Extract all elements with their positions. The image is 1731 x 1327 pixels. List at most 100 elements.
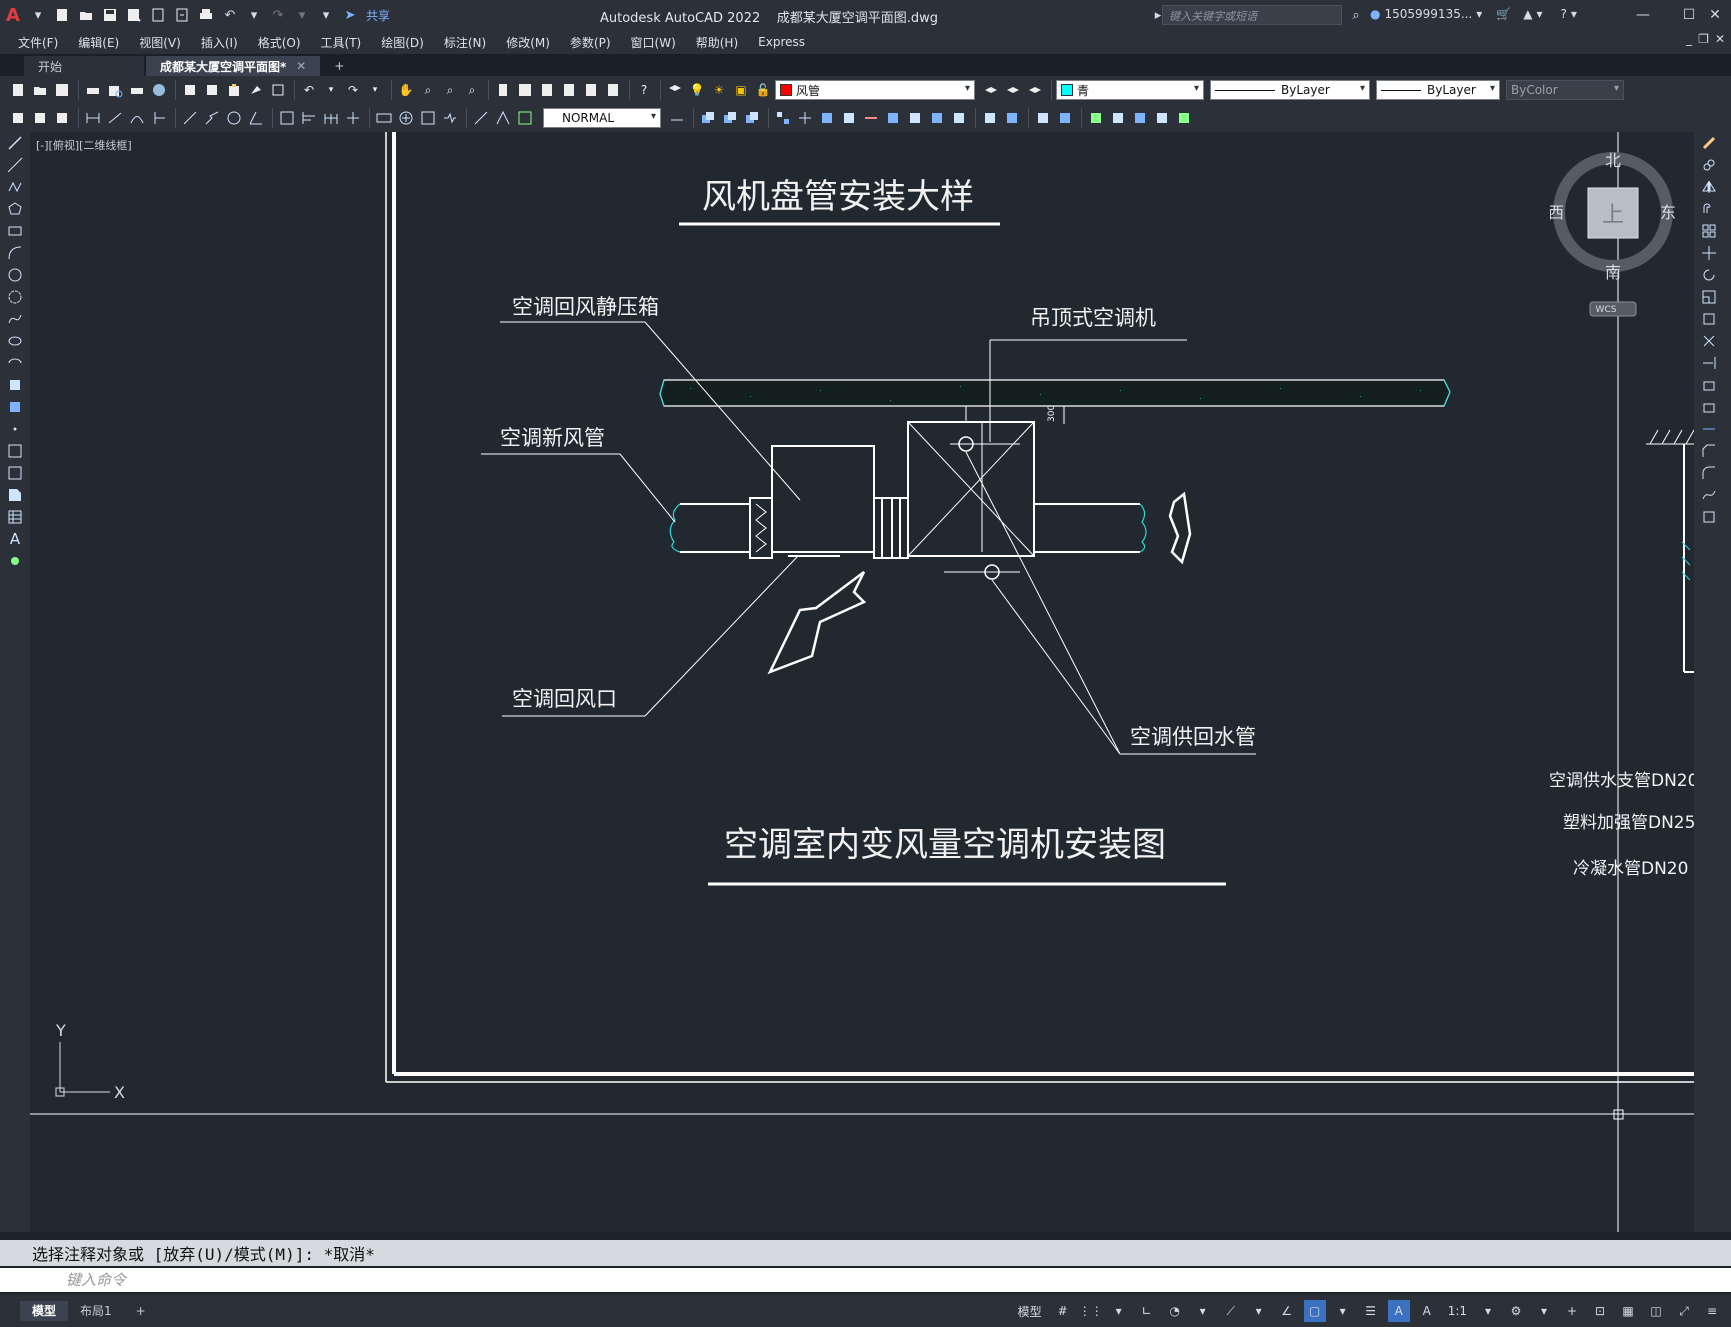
autocad-logo-icon[interactable]: A xyxy=(0,0,26,30)
doc-close-icon[interactable]: ✕ xyxy=(1715,32,1725,46)
clean-screen-icon[interactable]: ⤢ xyxy=(1673,1300,1695,1322)
baseline-dimension-icon[interactable] xyxy=(299,108,319,128)
rotate-icon[interactable] xyxy=(1694,264,1724,286)
dimension-style-icon[interactable] xyxy=(667,108,687,128)
arc-length-icon[interactable] xyxy=(127,108,147,128)
menu-express[interactable]: Express xyxy=(748,35,815,49)
blend-curves-icon[interactable] xyxy=(1694,484,1724,506)
offset-icon[interactable] xyxy=(742,108,762,128)
search-icon[interactable]: ⌕ xyxy=(1346,5,1366,25)
grid-icon[interactable]: # xyxy=(1052,1300,1074,1322)
ordinate-dimension-icon[interactable] xyxy=(149,108,169,128)
angular-dimension-icon[interactable] xyxy=(246,108,266,128)
copy-icon[interactable] xyxy=(1694,154,1724,176)
redo-icon[interactable]: ↷ xyxy=(268,5,288,25)
autodesk-a360-icon[interactable]: ▲ xyxy=(1523,7,1532,21)
scale-icon[interactable] xyxy=(1694,286,1724,308)
compass-north[interactable]: 北 xyxy=(1605,151,1621,170)
quick-dimension-icon[interactable] xyxy=(277,108,297,128)
help-icon[interactable]: ? xyxy=(1561,7,1567,21)
lineweight-display-icon[interactable]: ☰ xyxy=(1360,1300,1382,1322)
command-input[interactable] xyxy=(66,1271,1566,1289)
polyline-icon[interactable] xyxy=(0,176,30,198)
plot-icon[interactable] xyxy=(196,5,216,25)
menu-view[interactable]: 视图(V) xyxy=(129,34,191,51)
zoom-previous-icon[interactable]: ⌕ xyxy=(462,80,482,100)
layer-unlock-icon[interactable]: 🔓 xyxy=(753,80,773,100)
hatch-icon[interactable] xyxy=(0,440,30,462)
spline-icon[interactable] xyxy=(0,308,30,330)
doc-restore-icon[interactable]: ❐ xyxy=(1698,32,1709,46)
break-icon[interactable] xyxy=(1694,396,1724,418)
redo-list-icon[interactable]: ▾ xyxy=(365,80,385,100)
array-icon[interactable] xyxy=(773,108,793,128)
arc-icon[interactable] xyxy=(0,242,30,264)
tab-close-icon[interactable]: ✕ xyxy=(296,59,306,73)
trim-icon[interactable] xyxy=(1694,330,1724,352)
table-icon[interactable] xyxy=(0,506,30,528)
circle-icon[interactable] xyxy=(0,264,30,286)
menu-tools[interactable]: 工具(T) xyxy=(311,34,372,51)
calculator-icon[interactable] xyxy=(603,80,623,100)
drawing-svg[interactable]: 风机盘管安装大样 300 空调回风静压箱 吊顶式空调机 空调新风管 空调回风口 … xyxy=(30,132,1694,1232)
find-replace-icon[interactable] xyxy=(52,108,72,128)
isodraft-icon[interactable]: ⟋ xyxy=(1220,1300,1242,1322)
ortho-icon[interactable]: ∟ xyxy=(1136,1300,1158,1322)
object-snap-icon[interactable]: ▢ xyxy=(1303,1300,1326,1322)
fillet-icon[interactable] xyxy=(1002,108,1022,128)
layer-previous-icon[interactable] xyxy=(1003,80,1023,100)
mirror-icon[interactable] xyxy=(1694,176,1724,198)
customization-menu-icon[interactable]: ≡ xyxy=(1701,1300,1723,1322)
block-editor-icon[interactable] xyxy=(268,80,288,100)
plotstyle-dropdown[interactable]: ByColor ▾ xyxy=(1506,80,1624,100)
workspace-gear-icon[interactable]: ⚙ xyxy=(1505,1300,1527,1322)
viewport-controls[interactable]: [-][俯视][二维线框] xyxy=(36,137,132,153)
menu-help[interactable]: 帮助(H) xyxy=(686,34,748,51)
dimension-text-edit-icon[interactable] xyxy=(493,108,513,128)
new-file-icon[interactable] xyxy=(52,5,72,25)
insert-block-icon[interactable] xyxy=(1086,108,1106,128)
diameter-dimension-icon[interactable] xyxy=(224,108,244,128)
open-file-icon[interactable] xyxy=(76,5,96,25)
array-icon[interactable] xyxy=(1694,220,1724,242)
user-name[interactable]: 1505999135... xyxy=(1384,7,1472,21)
new-tab-icon[interactable]: + xyxy=(322,56,356,76)
publish-icon[interactable] xyxy=(127,80,147,100)
polar-tracking-icon[interactable]: ◔ xyxy=(1164,1300,1186,1322)
tab-model[interactable]: 模型 xyxy=(20,1300,69,1321)
stretch-icon[interactable] xyxy=(1694,308,1724,330)
make-block-icon[interactable] xyxy=(1108,108,1128,128)
zoom-window-icon[interactable]: ⌕ xyxy=(440,80,460,100)
extend-icon[interactable] xyxy=(905,108,925,128)
region-icon[interactable] xyxy=(0,484,30,506)
center-mark-icon[interactable] xyxy=(396,108,416,128)
redo-icon[interactable]: ↷ xyxy=(343,80,363,100)
stretch-icon[interactable] xyxy=(861,108,881,128)
extend-icon[interactable] xyxy=(1694,352,1724,374)
compass-east[interactable]: 东 xyxy=(1660,203,1676,222)
minimize-icon[interactable]: — xyxy=(1630,4,1656,26)
add-layout-icon[interactable]: + xyxy=(124,1301,158,1321)
copy-icon[interactable] xyxy=(202,80,222,100)
menu-modify[interactable]: 修改(M) xyxy=(496,34,560,51)
lineweight-dropdown[interactable]: ByLayer ▾ xyxy=(1376,80,1500,100)
menu-insert[interactable]: 插入(I) xyxy=(191,34,248,51)
dimension-edit-icon[interactable] xyxy=(471,108,491,128)
layer-states-icon[interactable] xyxy=(1025,80,1045,100)
save-icon[interactable] xyxy=(100,5,120,25)
save-as-icon[interactable] xyxy=(124,5,144,25)
text-edit-icon[interactable] xyxy=(8,108,28,128)
region-icon[interactable] xyxy=(1152,108,1172,128)
sheet-set-icon[interactable] xyxy=(559,80,579,100)
move-icon[interactable] xyxy=(1694,242,1724,264)
menu-edit[interactable]: 编辑(E) xyxy=(68,34,129,51)
close-icon[interactable]: ✕ xyxy=(1702,4,1728,26)
explode-icon[interactable] xyxy=(1694,506,1724,528)
dimension-style-dropdown[interactable]: NORMAL ▾ xyxy=(543,108,661,128)
chamfer-icon[interactable] xyxy=(1694,440,1724,462)
save-web-icon[interactable] xyxy=(172,5,192,25)
layer-on-icon[interactable]: 💡 xyxy=(687,80,707,100)
tab-start[interactable]: 开始 xyxy=(24,56,144,76)
share-icon[interactable]: ➤ xyxy=(340,5,360,25)
undo-icon[interactable]: ↶ xyxy=(299,80,319,100)
